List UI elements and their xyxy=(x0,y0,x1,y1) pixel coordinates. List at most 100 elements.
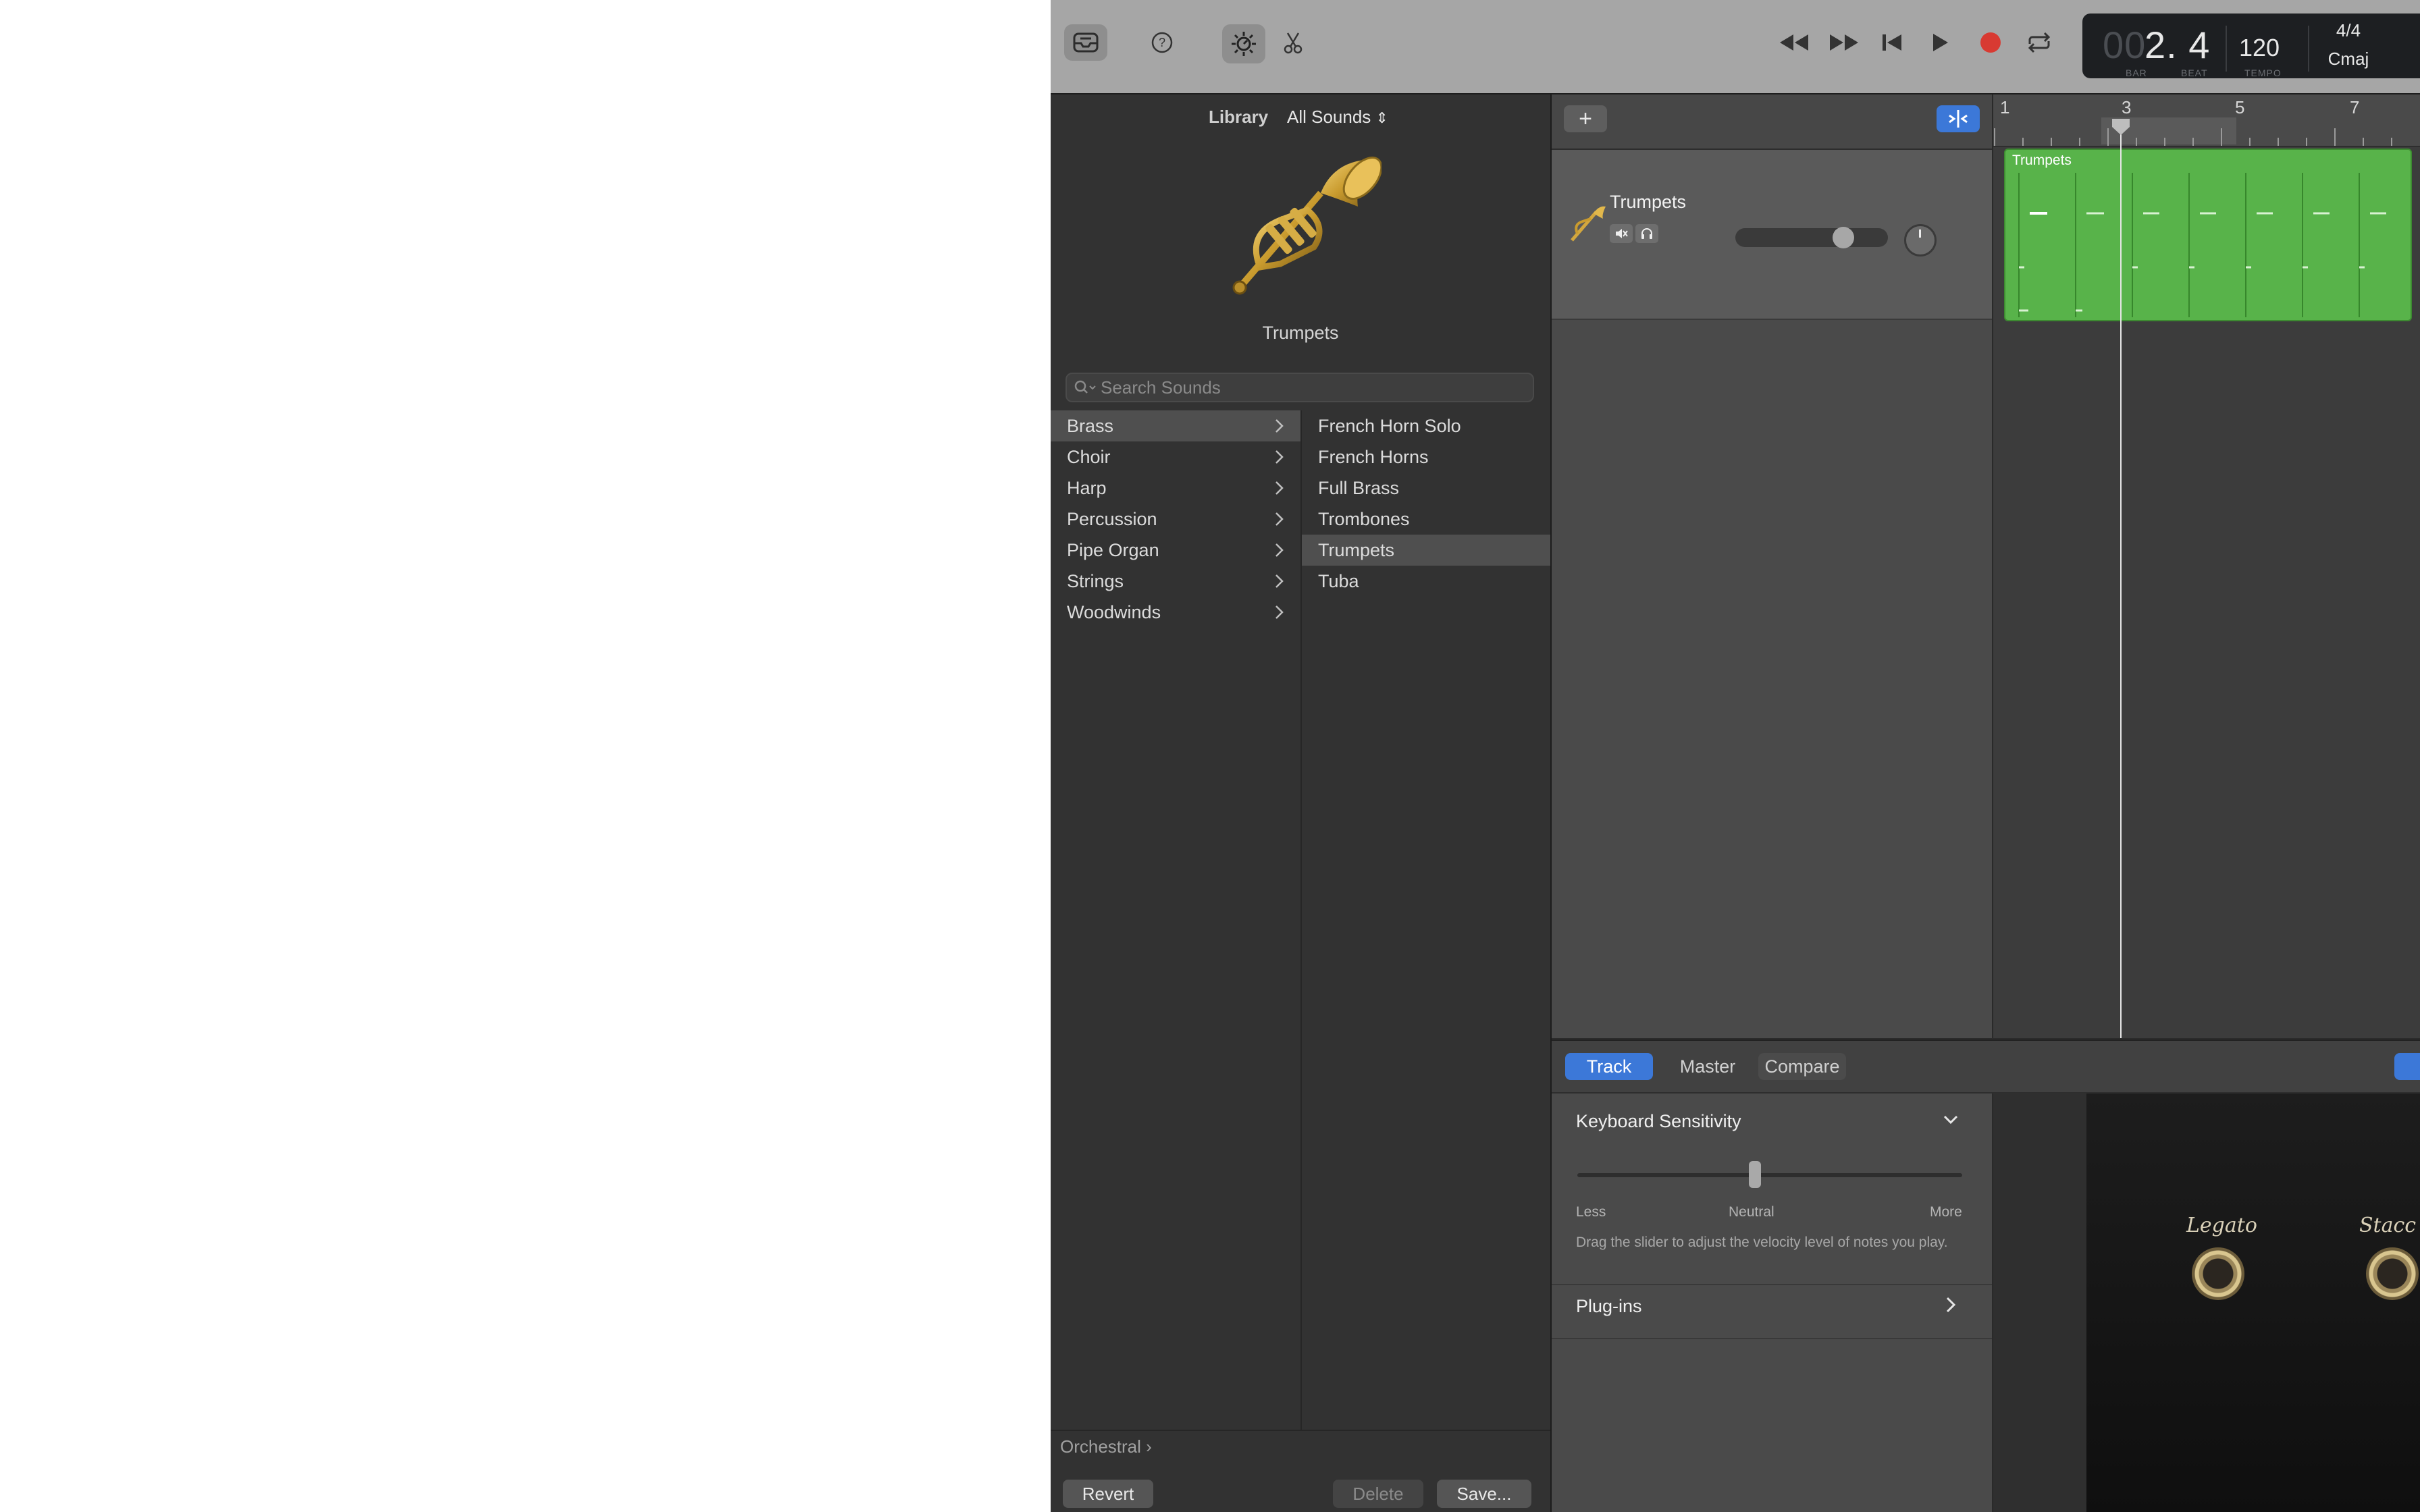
trumpet-image xyxy=(1219,146,1382,308)
tab-track[interactable]: Track xyxy=(1565,1053,1653,1080)
chevron-down-icon[interactable] xyxy=(1941,1110,1961,1130)
lcd-divider xyxy=(2308,26,2309,72)
sound-item-tuba[interactable]: Tuba xyxy=(1302,566,1550,597)
smart-controls-editor: Track Master Compare Keyboard Sensitivit… xyxy=(1552,1040,2420,1512)
midi-region-trumpets[interactable]: Trumpets xyxy=(2004,148,2412,321)
delete-button[interactable]: Delete xyxy=(1333,1480,1423,1508)
tab-compare[interactable]: Compare xyxy=(1758,1053,1846,1080)
snap-button[interactable] xyxy=(1937,105,1980,132)
sensitivity-less-label: Less xyxy=(1576,1204,1606,1220)
category-item-woodwinds[interactable]: Woodwinds xyxy=(1051,597,1300,628)
sound-list: French Horn Solo French Horns Full Brass Tr… xyxy=(1302,410,1550,1430)
sound-item-trombones[interactable]: Trombones xyxy=(1302,504,1550,535)
lcd-bar-caption: BAR xyxy=(2126,68,2147,78)
track-header-trumpets[interactable]: Trumpets xyxy=(1552,150,1992,320)
sound-item-french-horns[interactable]: French Horns xyxy=(1302,441,1550,473)
library-panel: Library All Sounds ⇕ Trumpets Search Sou… xyxy=(1051,94,1552,1512)
chevron-right-icon xyxy=(1271,509,1291,529)
chevron-right-icon xyxy=(1271,571,1291,591)
category-label: Brass xyxy=(1067,415,1114,436)
sound-item-trumpets[interactable]: Trumpets xyxy=(1302,535,1550,566)
smart-controls-inspector: Keyboard Sensitivity Less Neutral More D… xyxy=(1552,1094,1993,1512)
library-title: Library xyxy=(1209,107,1269,127)
lcd-time-signature: 4/4 xyxy=(2336,20,2361,40)
play-icon xyxy=(1932,32,1949,53)
add-track-button[interactable]: + xyxy=(1564,105,1607,132)
category-label: Choir xyxy=(1067,446,1111,467)
search-field[interactable]: Search Sounds xyxy=(1066,373,1534,402)
articulation-staccato-label: Stacc xyxy=(2359,1214,2417,1237)
pan-knob[interactable] xyxy=(1904,224,1937,256)
catch-playhead-icon xyxy=(1947,109,1970,129)
keyboard-sensitivity-slider[interactable] xyxy=(1577,1173,1962,1177)
lcd-position: 2. 4 xyxy=(2145,24,2211,66)
sound-item-full-brass[interactable]: Full Brass xyxy=(1302,473,1550,504)
updown-chevron-icon: ⇕ xyxy=(1375,109,1388,126)
legato-knob[interactable] xyxy=(2192,1247,2244,1300)
lcd-divider xyxy=(2226,26,2227,72)
track-header-toolbar: + xyxy=(1552,94,1992,150)
playhead-handle[interactable] xyxy=(2111,117,2131,136)
sound-item-french-horn-solo[interactable]: French Horn Solo xyxy=(1302,410,1550,441)
divider xyxy=(1552,1338,1992,1339)
category-item-pipe-organ[interactable]: Pipe Organ xyxy=(1051,535,1300,566)
cycle-icon xyxy=(2026,32,2053,53)
track-volume-slider[interactable] xyxy=(1735,227,1888,248)
lcd-tempo-caption: TEMPO xyxy=(2244,68,2282,78)
volume-slider-thumb[interactable] xyxy=(1833,227,1854,248)
library-breadcrumb[interactable]: Orchestral › xyxy=(1060,1436,1152,1457)
sound-label: Trumpets xyxy=(1318,539,1395,560)
articulation-panel: Legato Stacc xyxy=(2086,1094,2420,1512)
tab-master[interactable]: Master xyxy=(1662,1053,1753,1080)
sound-filter-popup[interactable]: All Sounds ⇕ xyxy=(1287,107,1388,128)
solo-button[interactable] xyxy=(1635,224,1658,243)
go-to-beginning-button[interactable] xyxy=(1873,27,1911,58)
library-header: Library All Sounds ⇕ xyxy=(1051,94,1550,127)
sound-label: Full Brass xyxy=(1318,477,1400,498)
record-icon xyxy=(1979,31,2002,54)
lcd-display[interactable]: 00 2. 4 BAR BEAT 120 TEMPO 4/4 Cmaj xyxy=(2082,14,2420,78)
library-button[interactable] xyxy=(1064,24,1107,61)
track-name[interactable]: Trumpets xyxy=(1610,192,1686,213)
articulation-legato-label: Legato xyxy=(2186,1214,2257,1237)
ruler-bar-5: 5 xyxy=(2235,97,2245,117)
editors-button[interactable] xyxy=(1278,27,1309,58)
mute-button[interactable] xyxy=(1610,224,1633,243)
controls-button[interactable] xyxy=(2394,1053,2420,1080)
smart-controls-button[interactable] xyxy=(1222,24,1265,63)
category-label: Pipe Organ xyxy=(1067,539,1159,560)
category-item-choir[interactable]: Choir xyxy=(1051,441,1300,473)
rewind-button[interactable] xyxy=(1773,27,1815,58)
save-button[interactable]: Save... xyxy=(1437,1480,1531,1508)
sound-label: Trombones xyxy=(1318,508,1410,529)
library-footer: Orchestral › Revert Delete Save... xyxy=(1051,1430,1550,1512)
speaker-mute-icon xyxy=(1614,227,1628,240)
timeline-ruler[interactable]: 1 3 5 7 xyxy=(1993,94,2420,147)
selected-sound-name: Trumpets xyxy=(1262,323,1339,343)
category-item-percussion[interactable]: Percussion xyxy=(1051,504,1300,535)
category-label: Harp xyxy=(1067,477,1107,498)
sensitivity-slider-thumb[interactable] xyxy=(1749,1161,1761,1188)
play-button[interactable] xyxy=(1922,27,1959,58)
trumpet-track-icon xyxy=(1567,204,1607,244)
cycle-button[interactable] xyxy=(2020,27,2058,58)
plug-ins-label[interactable]: Plug-ins xyxy=(1576,1296,1642,1317)
chevron-right-icon[interactable] xyxy=(1941,1295,1961,1315)
category-label: Percussion xyxy=(1067,508,1157,529)
ruler-ticks xyxy=(1994,128,2392,146)
category-label: Woodwinds xyxy=(1067,601,1161,622)
ruler-bar-3: 3 xyxy=(2122,97,2132,117)
fast-forward-button[interactable] xyxy=(1823,27,1865,58)
help-button[interactable]: ? xyxy=(1147,27,1178,58)
chevron-right-icon xyxy=(1271,447,1291,467)
category-item-strings[interactable]: Strings xyxy=(1051,566,1300,597)
playhead[interactable] xyxy=(2112,119,2130,1038)
record-button[interactable] xyxy=(1972,27,2009,58)
tracks-timeline[interactable]: 1 3 5 7 Trumpets xyxy=(1993,94,2420,1038)
category-item-harp[interactable]: Harp xyxy=(1051,473,1300,504)
staccato-knob[interactable] xyxy=(2366,1247,2419,1300)
svg-text:?: ? xyxy=(1159,36,1165,49)
category-item-brass[interactable]: Brass xyxy=(1051,410,1300,441)
lcd-beat-caption: BEAT xyxy=(2181,68,2208,78)
revert-button[interactable]: Revert xyxy=(1063,1480,1153,1508)
